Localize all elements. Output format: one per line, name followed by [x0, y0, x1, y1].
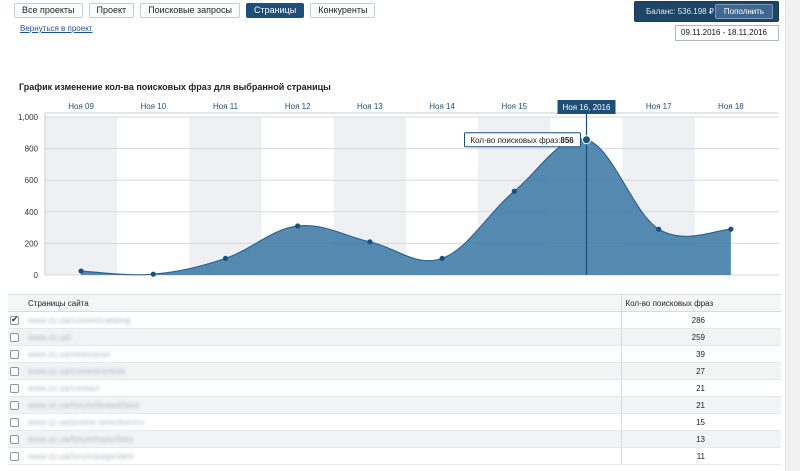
table-row[interactable]: www.zz.ua/forum/page/item 11 [8, 447, 781, 465]
chart-title: График изменение кол-ва поисковых фраз д… [19, 82, 331, 92]
tab-project[interactable]: Проект [88, 3, 135, 18]
back-to-project-link[interactable]: Вернуться в проект [20, 24, 92, 33]
phrase-count: 39 [621, 345, 781, 363]
y-tick-label: 0 [34, 271, 39, 280]
row-checkbox[interactable] [10, 332, 19, 342]
search-phrases-area-chart: 0 200 400 600 800 1,000 Ноя 09 Ноя 10 Ноя 11 Ноя … [18, 100, 779, 280]
table-header-row: Страницы сайта Кол-во поисковых фраз [8, 294, 781, 312]
phrase-count: 21 [621, 396, 781, 414]
x-tick-label: Ноя 18 [718, 102, 744, 111]
x-tick-label: Ноя 12 [285, 102, 311, 111]
page-url[interactable]: www.zz.ua/contact [28, 384, 99, 393]
top-nav: Все проекты Проект Поисковые запросы Стр… [14, 3, 376, 19]
data-point [439, 255, 445, 262]
data-point [150, 271, 156, 277]
phrase-count: 286 [621, 311, 781, 329]
x-tick-label: Ноя 15 [501, 102, 527, 111]
row-checkbox[interactable] [10, 400, 19, 410]
page-url[interactable]: www.zz.ua/forum/page/item [28, 452, 134, 461]
data-point [222, 255, 229, 262]
page-url[interactable]: www.zz.ua/content/catalog [28, 316, 130, 325]
tab-search-queries[interactable]: Поисковые запросы [140, 3, 240, 18]
table-row[interactable]: www.zz.ua/content/catalog 286 [8, 311, 781, 329]
table-row[interactable]: www.zz.ua/ 259 [8, 328, 781, 346]
header-checkbox-cell [8, 294, 24, 312]
x-tick-label: Ноя 09 [68, 102, 94, 111]
table-row[interactable]: www.zz.ua/contact 21 [8, 379, 781, 397]
data-point [656, 226, 662, 232]
pages-table-wrapper: Страницы сайта Кол-во поисковых фраз www… [8, 294, 781, 465]
table-row[interactable]: www.zz.ua/content/article 27 [8, 362, 781, 380]
y-tick-label: 800 [25, 145, 39, 154]
vertical-scrollbar[interactable] [785, 0, 800, 471]
date-range-input[interactable]: 09.11.2016 - 18.11.2016 [675, 25, 779, 41]
y-tick-label: 400 [25, 208, 39, 217]
data-point [728, 226, 734, 232]
table-row[interactable]: www.zz.ua/forum/topic/item 13 [8, 430, 781, 448]
data-point [582, 135, 591, 145]
phrase-count: 15 [621, 413, 781, 431]
row-checkbox[interactable] [10, 451, 19, 461]
row-checkbox[interactable] [10, 366, 19, 376]
row-checkbox[interactable] [10, 417, 19, 427]
y-tick-label: 1,000 [18, 113, 39, 122]
y-tick-label: 200 [25, 239, 39, 248]
table-row[interactable]: www.zz.ua/forum/thread/item 21 [8, 396, 781, 414]
tab-competitors[interactable]: Конкуренты [310, 3, 376, 18]
phrase-count: 21 [621, 379, 781, 397]
table-row[interactable]: www.zz.ua/news/post 39 [8, 345, 781, 363]
tooltip-value: 856 [560, 136, 574, 145]
data-point [511, 188, 517, 194]
phrase-count: 259 [621, 328, 781, 346]
tab-pages[interactable]: Страницы [245, 3, 305, 18]
x-tick-label: Ноя 13 [357, 102, 383, 111]
phrase-count: 27 [621, 362, 781, 380]
highlight-x-label: Ноя 16, 2016 [563, 103, 611, 112]
page-url[interactable]: www.zz.ua/ [28, 333, 71, 342]
page-url[interactable]: www.zz.ua/content/article [28, 367, 126, 376]
row-checkbox[interactable] [10, 383, 19, 393]
page-url[interactable]: www.zz.ua/forum/thread/item [28, 401, 139, 410]
y-tick-label: 600 [25, 176, 39, 185]
row-checkbox[interactable] [10, 314, 19, 325]
row-checkbox[interactable] [10, 349, 19, 359]
x-tick-label: Ноя 14 [429, 102, 455, 111]
tab-all-projects[interactable]: Все проекты [14, 3, 83, 18]
tooltip-text: Кол-во поисковых фраз:856 [471, 136, 575, 145]
phrase-count: 13 [621, 430, 781, 448]
header-pages: Страницы сайта [24, 294, 622, 312]
x-tick-label: Ноя 17 [646, 102, 672, 111]
page-url[interactable]: www.zz.ua/news/post [28, 350, 110, 359]
balance-text: Баланс: 536.198 ₽ [646, 7, 714, 16]
data-point [295, 223, 301, 229]
topup-button[interactable]: Пополнить [715, 4, 773, 19]
header-count: Кол-во поисковых фраз [621, 294, 781, 312]
data-point [78, 268, 84, 274]
row-checkbox[interactable] [10, 434, 19, 444]
x-tick-label: Ноя 11 [213, 102, 239, 111]
x-tick-label: Ноя 10 [140, 102, 166, 111]
table-row[interactable]: www.zz.ua/promo-selection/cu 15 [8, 413, 781, 431]
page-url[interactable]: www.zz.ua/forum/topic/item [28, 435, 133, 444]
pages-table: Страницы сайта Кол-во поисковых фраз www… [8, 294, 781, 465]
phrase-count: 11 [621, 447, 781, 465]
category-band [45, 117, 118, 275]
balance-panel: Баланс: 536.198 ₽ Пополнить [634, 1, 779, 22]
page-url[interactable]: www.zz.ua/promo-selection/cu [28, 418, 144, 427]
data-point [367, 239, 373, 245]
tooltip-label: Кол-во поисковых фраз: [471, 136, 561, 145]
